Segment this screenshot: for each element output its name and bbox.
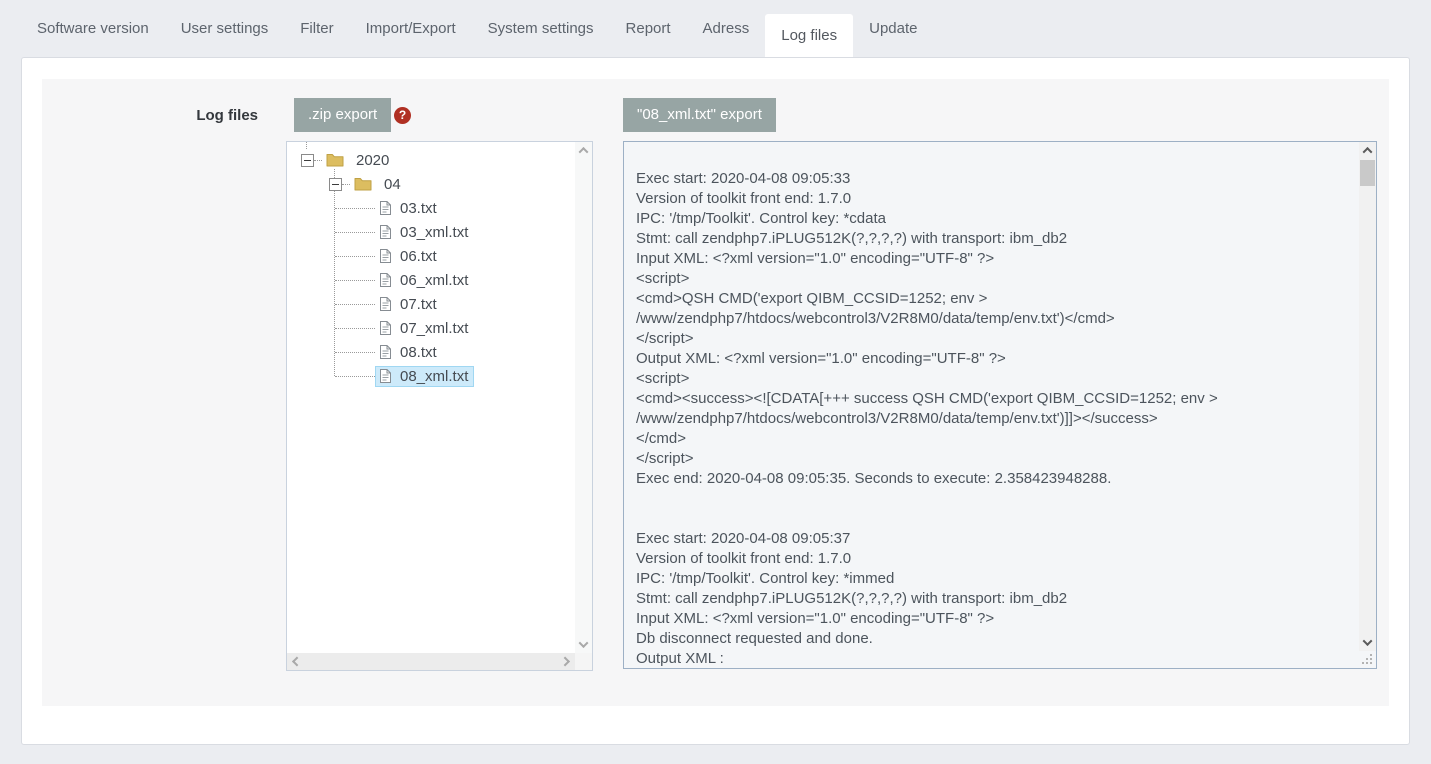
file-name: 06_xml.txt [400,272,468,289]
tab-user-settings[interactable]: User settings [165,0,285,57]
file-name: 03.txt [400,200,437,217]
file-name: 08_xml.txt [400,368,468,385]
tree-file-07-xml-txt[interactable]: 07_xml.txt [335,316,575,340]
scrollbar-corner [575,653,592,670]
scroll-up-button[interactable] [575,142,592,159]
file-tree: 2020 04 [287,142,575,653]
folder-icon [326,153,344,167]
tree-connector-line [334,191,335,376]
scroll-left-button[interactable] [287,653,304,670]
tab-update[interactable]: Update [853,0,933,57]
zip-export-button[interactable]: .zip export [294,98,391,132]
log-textarea[interactable]: Exec start: 2020-04-08 09:05:33 Version … [623,141,1377,669]
chevron-up-icon [579,147,589,157]
help-icon[interactable]: ? [394,107,411,124]
file-name: 07_xml.txt [400,320,468,337]
tree-connector [342,184,350,185]
folder-name: 2020 [356,152,389,169]
tree-connector [335,208,375,209]
log-vertical-scrollbar[interactable] [1359,142,1376,651]
log-text[interactable]: Exec start: 2020-04-08 09:05:33 Version … [624,142,1359,668]
tree-file-03-xml-txt[interactable]: 03_xml.txt [335,220,575,244]
tree-connector [335,328,375,329]
chevron-left-icon [292,657,302,667]
chevron-up-icon [1363,147,1373,157]
tree-connector [335,256,375,257]
folder-icon [354,177,372,191]
tree-connector [335,280,375,281]
scroll-up-button[interactable] [1359,142,1376,159]
chevron-down-icon [1363,636,1373,646]
tab-software-version[interactable]: Software version [21,0,165,57]
file-icon [379,368,392,384]
file-export-button[interactable]: "08_xml.txt" export [623,98,776,132]
tab-import-export[interactable]: Import/Export [350,0,472,57]
selected-file-node: 08_xml.txt [375,366,474,387]
file-tree-panel: 2020 04 [286,141,593,671]
tree-connector [314,160,322,161]
tree-connector [335,376,375,377]
tree-folder-04[interactable]: 04 [329,172,575,196]
tree-connector [335,304,375,305]
file-icon [379,272,392,288]
scrollbar-thumb[interactable] [1360,160,1375,186]
tree-file-08-xml-txt-selected[interactable]: 08_xml.txt [335,364,575,388]
file-icon [379,248,392,264]
file-icon [379,200,392,216]
tab-report[interactable]: Report [610,0,687,57]
file-icon [379,296,392,312]
scroll-down-button[interactable] [575,636,592,653]
tab-bar: Software version User settings Filter Im… [0,0,1431,57]
tree-file-06-xml-txt[interactable]: 06_xml.txt [335,268,575,292]
tree-connector [335,232,375,233]
collapse-minus-icon[interactable] [329,178,342,191]
tab-log-files[interactable]: Log files [765,14,853,57]
section-title: Log files [42,107,258,124]
tree-folder-2020[interactable]: 2020 [301,148,575,172]
tab-filter[interactable]: Filter [284,0,349,57]
file-name: 07.txt [400,296,437,313]
file-name: 06.txt [400,248,437,265]
resize-grip[interactable] [1359,651,1376,668]
scroll-right-button[interactable] [558,653,575,670]
file-icon [379,224,392,240]
tree-vertical-scrollbar[interactable] [575,142,592,653]
tree-horizontal-scrollbar[interactable] [287,653,575,670]
chevron-right-icon [560,657,570,667]
tab-adress[interactable]: Adress [687,0,766,57]
file-name: 08.txt [400,344,437,361]
tree-connector [335,352,375,353]
file-icon [379,320,392,336]
file-icon [379,344,392,360]
tree-connector-line [306,142,307,149]
scroll-down-button[interactable] [1359,634,1376,651]
tree-file-03-txt[interactable]: 03.txt [335,196,575,220]
tree-file-06-txt[interactable]: 06.txt [335,244,575,268]
log-files-section: Log files .zip export ? "08_xml.txt" exp… [42,79,1389,706]
tree-file-07-txt[interactable]: 07.txt [335,292,575,316]
tree-file-08-txt[interactable]: 08.txt [335,340,575,364]
content-panel: Log files .zip export ? "08_xml.txt" exp… [21,57,1410,745]
file-name: 03_xml.txt [400,224,468,241]
collapse-minus-icon[interactable] [301,154,314,167]
tab-system-settings[interactable]: System settings [472,0,610,57]
chevron-down-icon [579,638,589,648]
folder-name: 04 [384,176,401,193]
